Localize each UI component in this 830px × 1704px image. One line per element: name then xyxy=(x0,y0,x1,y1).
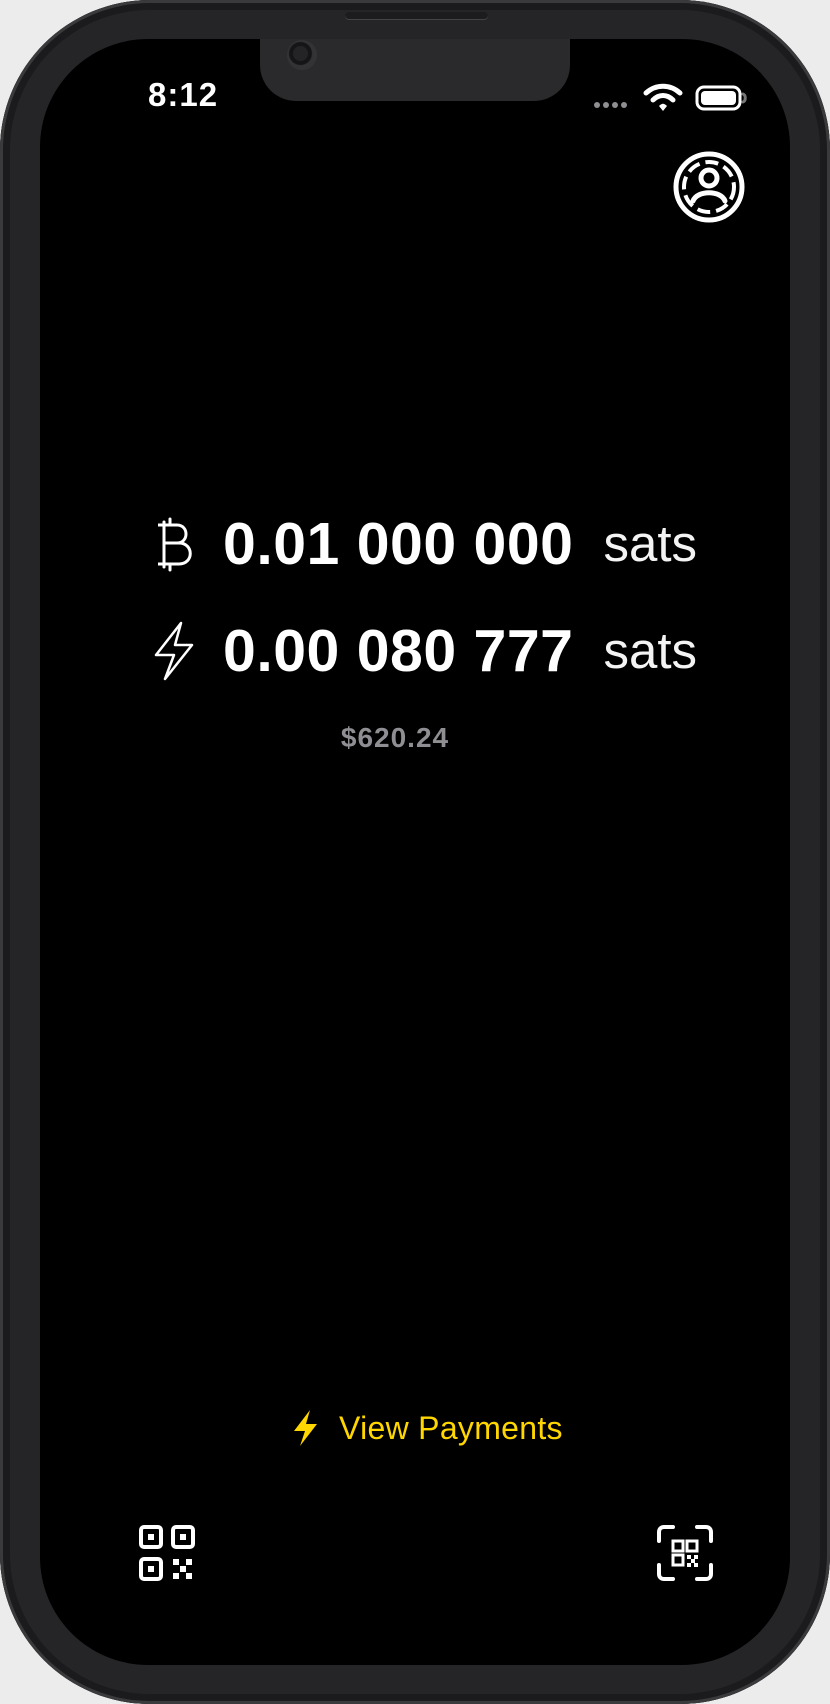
signal-dots-icon xyxy=(594,102,632,110)
lightning-balance-amount: 0.00 080 777 xyxy=(223,618,574,684)
lightning-icon xyxy=(154,621,194,681)
view-payments-button[interactable]: View Payments xyxy=(288,1402,568,1454)
lightning-icon xyxy=(294,1410,317,1446)
battery-icon xyxy=(695,85,747,111)
lightning-balance-row: 0.00 080 777 sats xyxy=(147,613,707,689)
fiat-balance: $620.24 xyxy=(340,722,450,753)
profile-circle-icon xyxy=(673,151,745,223)
qr-scan-icon xyxy=(657,1525,713,1581)
phone-notch xyxy=(260,39,570,101)
receive-qr-button[interactable] xyxy=(138,1524,196,1582)
status-time: 8:12 xyxy=(148,76,219,113)
front-camera-icon xyxy=(287,40,317,70)
scan-qr-button[interactable] xyxy=(656,1524,714,1582)
onchain-balance-row: 0.01 000 000 sats xyxy=(147,506,707,582)
lightning-balance-unit: sats xyxy=(603,622,698,679)
phone-mockup: 8:12 0.01 000 000 sats 0.00 080 777 sats… xyxy=(0,0,830,1704)
qr-code-icon xyxy=(139,1525,195,1581)
view-payments-label: View Payments xyxy=(339,1410,563,1446)
wallet-screen: 8:12 0.01 000 000 sats 0.00 080 777 sats… xyxy=(40,39,790,1665)
wifi-icon xyxy=(643,83,683,111)
phone-top-speaker xyxy=(345,12,488,20)
profile-button[interactable] xyxy=(673,151,745,223)
bitcoin-icon xyxy=(158,517,192,572)
onchain-balance-amount: 0.01 000 000 xyxy=(223,511,574,577)
phone-frame: 8:12 0.01 000 000 sats 0.00 080 777 sats… xyxy=(0,0,830,1704)
onchain-balance-unit: sats xyxy=(603,515,698,572)
